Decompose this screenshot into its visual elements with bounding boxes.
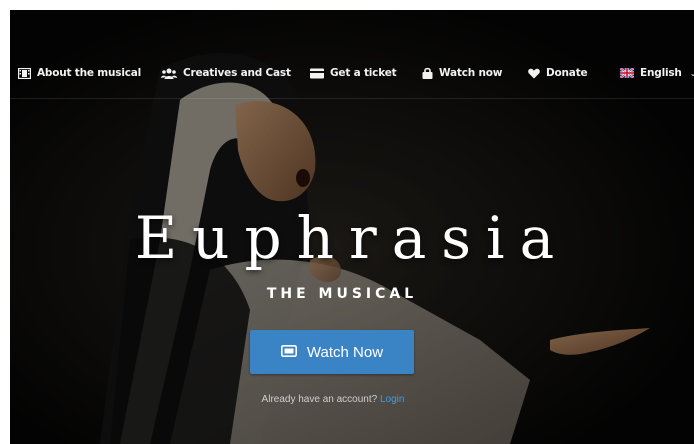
watch-now-label: Watch Now xyxy=(306,343,384,361)
nav-item-ticket[interactable]: Get a ticket xyxy=(310,64,397,82)
watch-now-button[interactable]: Watch Now xyxy=(250,330,414,374)
top-navigation: About the musical Creatives and Cast Get… xyxy=(10,10,694,99)
ticket-icon xyxy=(310,68,324,79)
lock-icon xyxy=(422,67,433,79)
nav-item-creatives[interactable]: Creatives and Cast xyxy=(161,64,291,82)
chevron-down-icon: ⌄ xyxy=(689,68,694,78)
login-link[interactable]: Login xyxy=(380,394,404,405)
heart-icon xyxy=(528,68,540,79)
nav-label: Get a ticket xyxy=(330,67,397,79)
ticket-icon xyxy=(280,344,297,361)
hero-subtitle: THE MUSICAL xyxy=(266,286,418,302)
nav-label: Creatives and Cast xyxy=(183,67,291,79)
film-icon xyxy=(18,67,31,79)
users-icon xyxy=(161,68,177,79)
account-prompt-text: Already have an account? xyxy=(261,394,378,405)
nav-item-donate[interactable]: Donate xyxy=(528,64,588,82)
nav-label: About the musical xyxy=(37,67,142,79)
page-frame: About the musical Creatives and Cast Get… xyxy=(10,10,694,444)
nav-label: Donate xyxy=(546,67,588,79)
nav-label: English xyxy=(640,67,682,79)
nav-item-watch[interactable]: Watch now xyxy=(422,64,502,82)
uk-flag-icon xyxy=(620,68,634,78)
nav-label: Watch now xyxy=(439,67,503,79)
hero-title: Euphrasia xyxy=(134,204,570,272)
nav-item-about[interactable]: About the musical xyxy=(18,64,141,82)
language-selector[interactable]: English ⌄ xyxy=(620,64,694,82)
account-prompt: Already have an account? Login xyxy=(10,394,656,405)
